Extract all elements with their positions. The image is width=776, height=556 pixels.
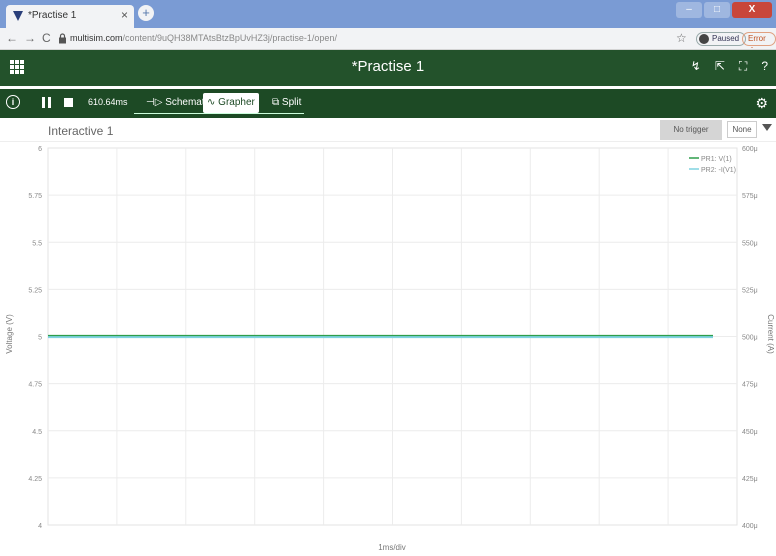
pause-icon[interactable] [42,97,51,108]
chart-series [48,334,713,339]
tab-underline [134,113,304,114]
new-tab-button[interactable]: + [138,5,154,21]
maximize-button[interactable]: □ [704,2,730,18]
wave-icon: ∿ [207,97,216,108]
error-label: Error [748,34,766,43]
screen: *Practise 1 × + – □ X ← → C multisim.com… [0,0,776,556]
profile-paused-button[interactable]: Paused [696,32,747,46]
y2-tick-label: 600μ [742,146,758,153]
trigger-button[interactable]: No trigger [660,120,722,140]
chart-legend: PR1: V(1) PR2: -I(V1) [689,156,736,174]
tab-title: *Practise 1 [28,10,77,21]
chevron-down-icon[interactable] [762,124,772,131]
y-tick-label: 4.5 [32,429,42,436]
tab-grapher-label: Grapher [218,97,255,108]
simulation-toolbar: i 610.64ms ⊣▷ Schematic ∿ Grapher ⧉ Spli… [0,89,776,118]
y-tick-label: 5.5 [32,240,42,247]
fullscreen-icon[interactable]: ⛶ [739,59,747,74]
bookmark-star-icon[interactable]: ☆ [676,31,687,45]
y2-axis-label: Current (A) [766,314,775,354]
multisim-favicon-icon [13,11,23,21]
y2-tick-label: 400μ [742,523,758,530]
lock-icon [59,33,66,44]
error-button[interactable]: Error ⋮ [742,32,776,55]
app-header: *Practise 1 ↯ ⇱ ⛶ ? [0,50,776,86]
avatar [699,34,709,44]
schematic-icon: ⊣▷ [146,97,163,108]
tab-split[interactable]: ⧉ Split [268,93,305,113]
probe-icon[interactable]: ↯ [691,59,701,74]
url-host: multisim.com [70,33,123,43]
y-tick-label: 5.75 [28,193,42,200]
reload-icon[interactable]: C [42,31,51,45]
forward-icon[interactable]: → [24,31,36,45]
y2-tick-label: 425μ [742,476,758,483]
y2-tick-label: 550μ [742,240,758,247]
trigger-mode-select[interactable]: None [727,121,757,138]
address-bar: ← → C multisim.com/content/9uQH38MTAtsBt… [0,28,776,55]
grapher-chart[interactable]: 6 5.75 5.5 5.25 5 4.75 4.5 4.25 4 600μ 575μ 550μ 52… [0,142,776,556]
tab-split-label: Split [281,97,302,108]
tab-close-icon[interactable]: × [121,8,128,22]
y2-tick-label: 575μ [742,193,758,200]
y2-tick-label: 475μ [742,382,758,389]
y-tick-label: 6 [38,146,42,153]
right-axis-ticks: 600μ 575μ 550μ 525μ 500μ 475μ 450μ 425μ 400μ [742,146,758,530]
y2-tick-label: 450μ [742,429,758,436]
browser-tab-strip: *Practise 1 × + – □ X [0,0,776,28]
minimize-button[interactable]: – [676,2,702,18]
browser-tab[interactable]: *Practise 1 × [6,5,134,28]
y-tick-label: 4.25 [28,476,42,483]
url-input[interactable]: multisim.com/content/9uQH38MTAtsBtzBpUvH… [70,33,337,43]
legend-entry: PR2: -I(V1) [701,167,736,174]
paused-label: Paused [712,34,740,43]
simulation-time: 610.64ms [88,97,128,107]
stop-icon[interactable] [64,98,73,107]
export-icon[interactable]: ⇱ [715,59,725,74]
graph-title: Interactive 1 [48,124,114,138]
gear-icon[interactable]: ⚙ [755,95,768,112]
url-path: /content/9uQH38MTAtsBtzBpUvHZ3j/practise… [122,33,337,43]
split-icon: ⧉ [272,97,280,108]
close-window-button[interactable]: X [732,2,772,18]
y-tick-label: 4.75 [28,382,42,389]
y-tick-label: 5.25 [28,287,42,294]
help-icon[interactable]: ? [761,59,768,74]
y-axis-label: Voltage (V) [5,314,14,354]
header-actions: ↯ ⇱ ⛶ ? [691,59,768,74]
y-tick-label: 4 [38,523,42,530]
info-icon[interactable]: i [6,95,20,109]
x-axis-label: 1ms/div [378,543,406,552]
window-controls: – □ X [676,2,772,18]
tab-grapher[interactable]: ∿ Grapher [203,93,259,113]
y-tick-label: 5 [38,335,42,342]
y2-tick-label: 500μ [742,335,758,342]
left-axis-ticks: 6 5.75 5.5 5.25 5 4.75 4.5 4.25 4 [28,146,42,530]
graph-header: Interactive 1 No trigger None [0,118,776,142]
back-icon[interactable]: ← [6,31,18,45]
legend-entry: PR1: V(1) [701,156,732,163]
y2-tick-label: 525μ [742,287,758,294]
document-title: *Practise 1 [351,58,425,75]
